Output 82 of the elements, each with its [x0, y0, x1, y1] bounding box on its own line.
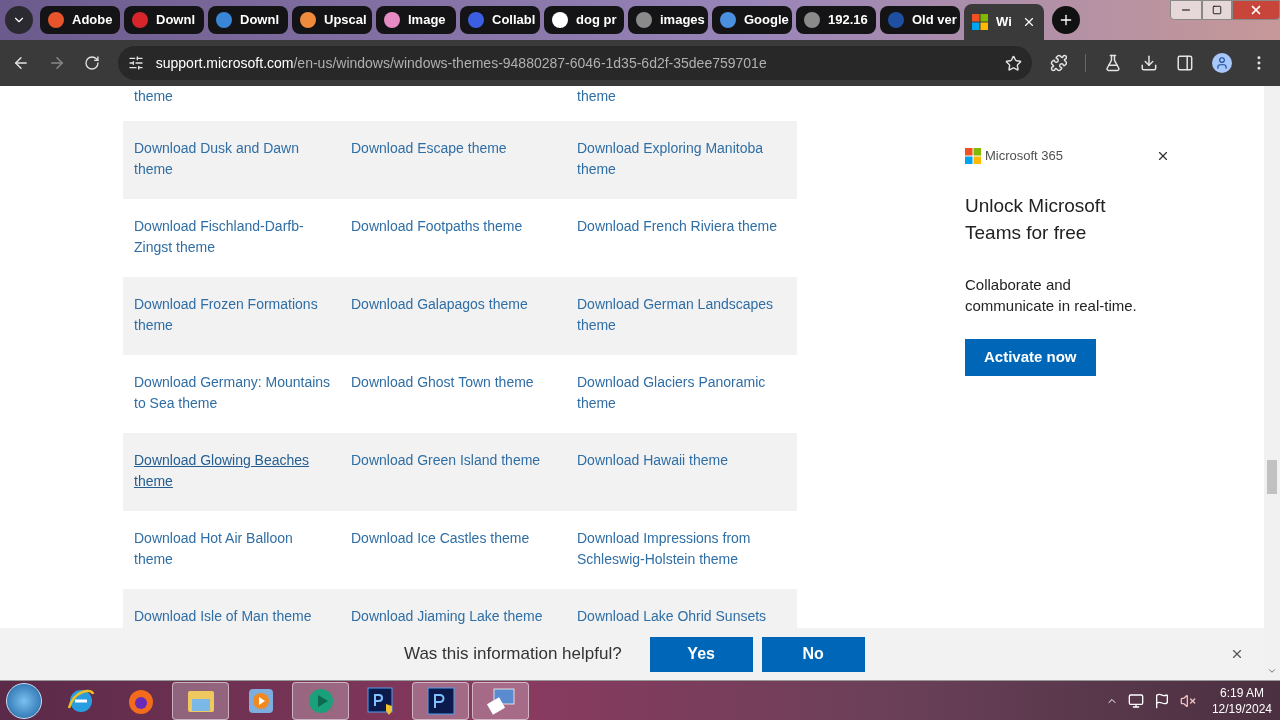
restore-icon — [1212, 5, 1222, 15]
profile-avatar[interactable] — [1212, 53, 1233, 73]
browser-tab[interactable]: Wi — [964, 4, 1044, 40]
windows-logo-icon — [972, 14, 988, 30]
theme-download-link[interactable]: Download Jiaming Lake theme — [351, 606, 543, 627]
address-bar[interactable]: support.microsoft.com/en-us/windows/windows-themes-94880287-6046-1d35-6d2f-35dee759701e — [117, 46, 1032, 80]
reload-icon[interactable] — [83, 55, 100, 71]
browser-tab[interactable]: Image — [376, 6, 456, 34]
theme-download-link[interactable]: Download French Riviera theme — [577, 216, 777, 237]
close-icon[interactable] — [1230, 647, 1244, 661]
microsoft-logo-icon — [965, 147, 981, 164]
restore-button[interactable] — [1202, 0, 1232, 20]
close-tab-icon[interactable] — [1022, 15, 1036, 29]
photoshop-icon — [426, 686, 455, 715]
activate-button[interactable]: Activate now — [965, 338, 1096, 376]
play-icon — [247, 687, 274, 714]
tab-list-button[interactable] — [5, 6, 33, 34]
flag-icon[interactable] — [1153, 692, 1170, 709]
taskbar-app[interactable] — [472, 681, 529, 720]
site-settings-icon[interactable] — [127, 55, 144, 71]
theme-download-link[interactable]: Download Dusk and Dawn theme — [134, 138, 332, 180]
scrollbar[interactable] — [1264, 86, 1280, 680]
theme-download-link[interactable]: Download German Landscapes theme — [577, 294, 789, 336]
theme-download-link[interactable]: Download Escape theme — [351, 138, 507, 159]
browser-tab[interactable]: 192.16 — [796, 6, 876, 34]
theme-download-link[interactable]: Download Galapagos theme — [351, 294, 528, 315]
theme-download-link[interactable]: Download Ice Castles theme — [351, 528, 530, 549]
taskbar-app[interactable] — [292, 681, 349, 720]
close-window-button[interactable] — [1232, 0, 1280, 20]
taskbar-app[interactable] — [412, 681, 469, 720]
back-icon[interactable] — [12, 54, 30, 72]
theme-download-link[interactable]: Download Ghost Town theme — [351, 372, 534, 393]
browser-tab[interactable]: Adobe — [40, 6, 120, 34]
theme-download-link[interactable]: Download Isle of Man theme — [134, 606, 312, 627]
promo-heading: Unlock Microsoft Teams for free — [965, 193, 1107, 245]
scrollbar-thumb[interactable] — [1267, 460, 1277, 494]
theme-download-link[interactable]: Download Footpaths theme — [351, 216, 523, 237]
download-icon[interactable] — [1140, 54, 1159, 72]
close-icon — [1249, 3, 1263, 17]
theme-download-link[interactable]: Download Lake Ohrid Sunsets — [577, 606, 767, 627]
browser-tab[interactable]: images — [628, 6, 708, 34]
theme-download-link[interactable]: Download Glowing Beaches theme — [134, 450, 332, 492]
promo-text: Collaborate and communicate in real-time. — [965, 274, 1138, 316]
theme-download-link[interactable]: theme — [577, 86, 616, 107]
plus-icon — [1058, 12, 1074, 28]
scroll-down-icon[interactable] — [1267, 666, 1277, 676]
browser-tab[interactable]: Downl — [208, 6, 288, 34]
minimize-button[interactable] — [1170, 0, 1202, 20]
url-text: support.microsoft.com/en-us/windows/windows-themes-94880287-6046-1d35-6d2f-35dee759701e — [155, 53, 767, 73]
extensions-icon[interactable] — [1049, 54, 1068, 72]
taskbar-app[interactable] — [172, 681, 229, 720]
theme-download-link[interactable]: Download Germany: Mountains to Sea theme — [134, 372, 332, 414]
theme-download-link[interactable]: Download Hot Air Balloon theme — [134, 528, 332, 570]
bookmark-star-icon[interactable] — [1004, 54, 1022, 72]
theme-download-link[interactable]: Download Fischland-Darfb-Zingst theme — [134, 216, 332, 258]
browser-tab[interactable]: Old ver — [880, 6, 960, 34]
network-icon[interactable] — [1127, 692, 1144, 709]
browser-tab[interactable]: dog pr — [544, 6, 624, 34]
feedback-button[interactable]: No — [761, 636, 865, 672]
brand-name: Microsoft 365 — [985, 147, 1064, 165]
start-button[interactable] — [6, 682, 42, 719]
monitor-icon — [485, 685, 516, 716]
theme-download-link[interactable]: Download Glaciers Panoramic theme — [577, 372, 789, 414]
theme-download-link[interactable]: theme — [134, 86, 173, 107]
feedback-question: Was this information helpful? — [404, 643, 622, 666]
theme-download-link[interactable]: Download Exploring Manitoba theme — [577, 138, 789, 180]
theme-download-link[interactable]: Download Green Island theme — [351, 450, 541, 471]
browser-tab[interactable]: Google — [712, 6, 792, 34]
side-panel-icon[interactable] — [1176, 54, 1195, 72]
theme-download-link[interactable]: Download Impressions from Schleswig-Holstein theme — [577, 528, 789, 570]
browser-tab[interactable]: Collabl — [460, 6, 540, 34]
new-tab-button[interactable] — [1052, 6, 1080, 34]
photoshop-shield-icon — [365, 685, 396, 716]
flask-icon[interactable] — [1104, 54, 1123, 72]
clock-time: 6:19 AM — [1219, 684, 1264, 701]
clock-date: 12/19/2024 — [1211, 700, 1272, 717]
browser-tab[interactable]: Downl — [124, 6, 204, 34]
theme-download-link[interactable]: Download Hawaii theme — [577, 450, 728, 471]
theme-download-link[interactable]: Download Frozen Formations theme — [134, 294, 332, 336]
browser-tab[interactable]: Upscal — [292, 6, 372, 34]
muted-speaker-icon[interactable] — [1179, 692, 1196, 709]
feedback-button[interactable]: Yes — [649, 636, 753, 672]
